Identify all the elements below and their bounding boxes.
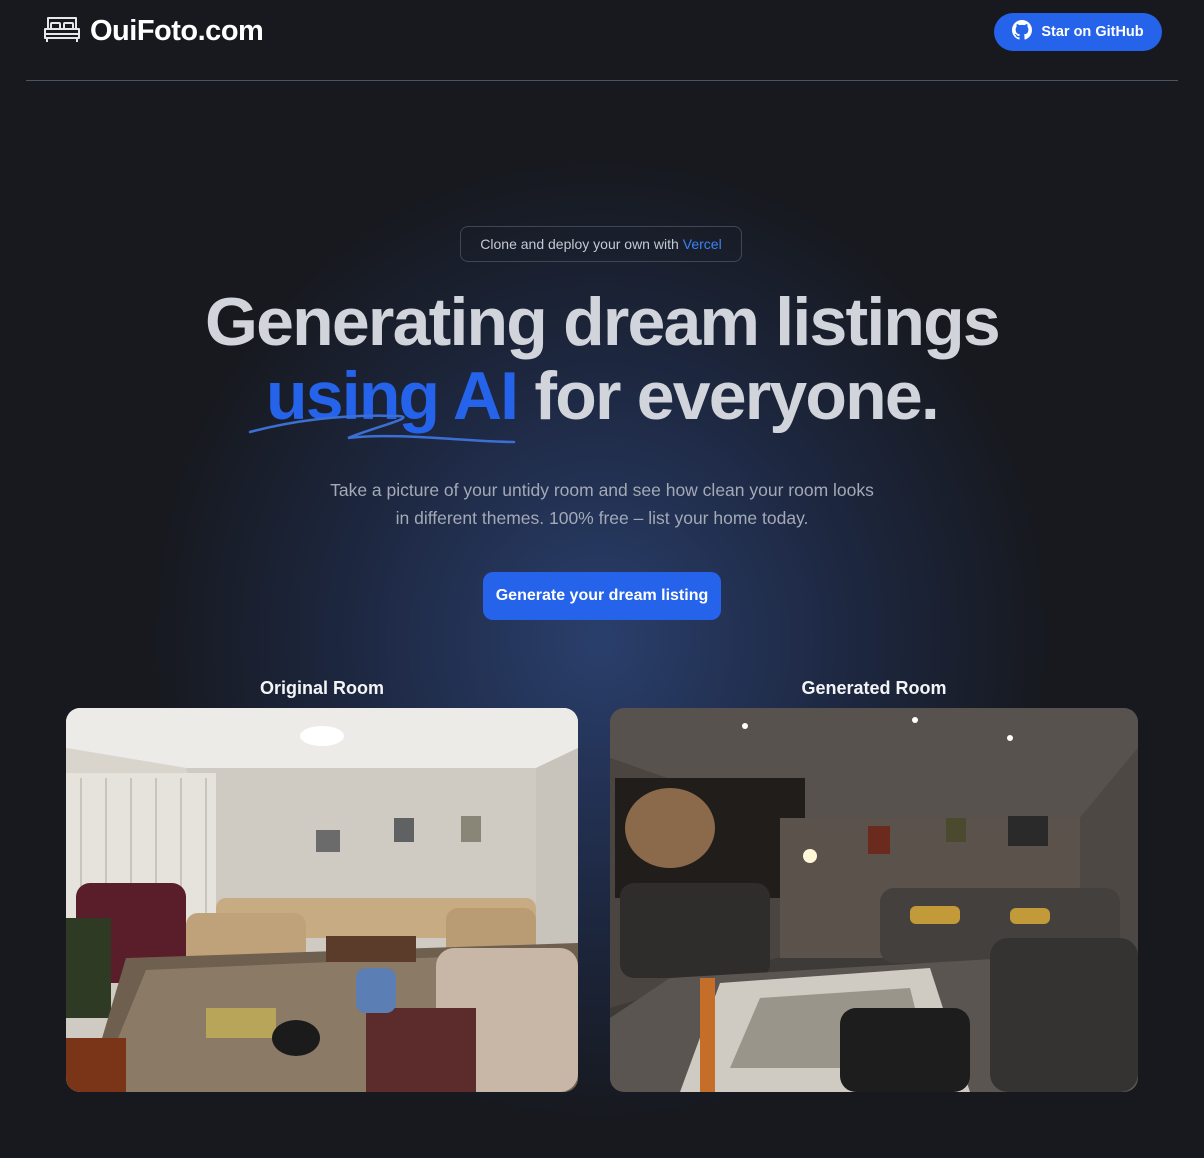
original-room-label: Original Room xyxy=(259,678,384,698)
vercel-link[interactable]: Vercel xyxy=(683,236,722,252)
hero-subtitle-line1: Take a picture of your untidy room and s… xyxy=(330,480,874,500)
github-icon xyxy=(1012,20,1033,44)
generated-room-label: Generated Room xyxy=(801,678,947,698)
hero-title-line1: Generating dream listings xyxy=(205,284,1001,360)
github-button-label: Star on GitHub xyxy=(1041,24,1144,40)
star-on-github-button[interactable]: Star on GitHub xyxy=(994,13,1162,51)
original-room-image xyxy=(66,708,578,1092)
logo-text: OuiFoto.com xyxy=(90,15,264,47)
generate-listing-button[interactable]: Generate your dream listing xyxy=(483,572,721,620)
generated-room-image xyxy=(610,708,1138,1092)
bed-icon xyxy=(43,14,81,49)
pill-text: Clone and deploy your own with xyxy=(480,236,679,252)
site-header: OuiFoto.com Star on GitHub xyxy=(0,0,1204,80)
header-divider xyxy=(26,80,1178,81)
hero-title-rest: for everyone. xyxy=(517,358,939,434)
hero-title-line2: using AI for everyone. xyxy=(0,354,1204,438)
hero-subtitle-line2: in different themes. 100% free – list yo… xyxy=(395,508,809,528)
underline-scribble xyxy=(248,414,516,444)
deploy-pill[interactable]: Clone and deploy your own with Vercel xyxy=(460,226,742,262)
logo[interactable]: OuiFoto.com xyxy=(43,14,264,49)
